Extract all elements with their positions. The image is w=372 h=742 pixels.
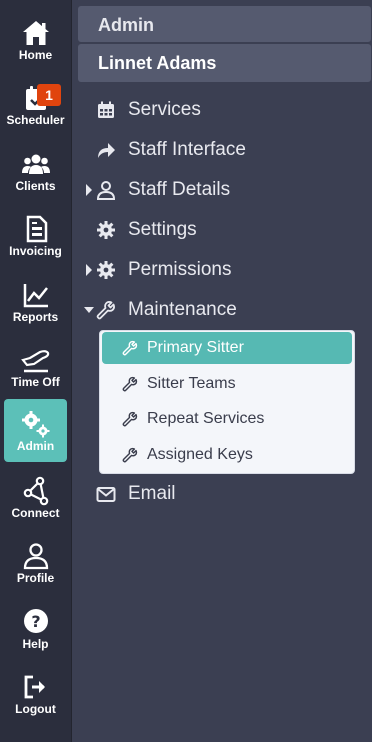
nav-time-off[interactable]: Time Off [4, 335, 67, 398]
menu-item-permissions[interactable]: Permissions [86, 255, 366, 285]
nav-time-off-label: Time Off [11, 375, 60, 389]
invoice-icon [26, 215, 47, 243]
nav-help[interactable]: ? Help [4, 597, 67, 660]
home-icon [22, 21, 49, 45]
nav-scheduler[interactable]: 1 Scheduler [4, 73, 67, 136]
nav-admin[interactable]: Admin [4, 399, 67, 462]
nav-home[interactable]: Home [4, 8, 67, 71]
nav-reports-label: Reports [12, 310, 59, 324]
menu-item-maintenance-label: Maintenance [128, 299, 237, 320]
nav-profile[interactable]: Profile [4, 531, 67, 594]
calendar-grid-icon [98, 101, 114, 118]
user-outline-icon [96, 181, 116, 200]
nav-logout[interactable]: Logout [4, 662, 67, 725]
nav-invoicing[interactable]: Invoicing [4, 204, 67, 267]
main-nav-rail: Home 1 Scheduler Clients Invoicing Repor… [0, 0, 72, 742]
wrench-icon [122, 447, 138, 463]
menu-item-staff-details[interactable]: Staff Details [86, 175, 366, 205]
gear-icon [97, 261, 115, 279]
submenu-item-repeat-services[interactable]: Repeat Services [102, 403, 352, 435]
caret-down-icon [84, 307, 94, 313]
menu-item-staff-interface-label: Staff Interface [128, 139, 246, 160]
gear-icon [97, 221, 115, 239]
menu-item-services[interactable]: Services [96, 95, 366, 125]
cogs-icon [21, 411, 49, 438]
menu-item-email[interactable]: Email [96, 479, 366, 509]
menu-item-staff-details-label: Staff Details [128, 179, 231, 200]
submenu-item-label: Primary Sitter [147, 339, 244, 356]
nav-connect[interactable]: Connect [4, 466, 67, 529]
caret-right-icon [86, 184, 92, 196]
wrench-icon [122, 340, 138, 356]
submenu-item-label: Repeat Services [147, 410, 265, 427]
submenu-item-sitter-teams[interactable]: Sitter Teams [102, 368, 352, 400]
nav-logout-label: Logout [15, 702, 56, 716]
share-nodes-icon [23, 476, 48, 506]
nav-profile-label: Profile [16, 571, 55, 585]
panel-section-title: Admin [78, 6, 371, 42]
menu-item-maintenance[interactable]: Maintenance [84, 295, 366, 325]
admin-panel: Admin Linnet Adams Services Staff Interf… [72, 0, 372, 742]
wrench-icon [96, 301, 115, 320]
wrench-icon [122, 411, 138, 427]
submenu-item-assigned-keys[interactable]: Assigned Keys [102, 439, 352, 471]
logout-icon [24, 675, 45, 699]
svg-text:?: ? [31, 612, 40, 631]
scheduler-badge: 1 [37, 84, 61, 106]
nav-connect-label: Connect [11, 506, 60, 520]
menu-item-permissions-label: Permissions [128, 259, 232, 280]
nav-clients[interactable]: Clients [4, 139, 67, 202]
menu-item-email-label: Email [128, 483, 176, 504]
question-circle-icon: ? [23, 609, 48, 633]
nav-admin-label: Admin [16, 439, 55, 453]
wrench-icon [122, 376, 138, 392]
submenu-item-primary-sitter[interactable]: Primary Sitter [102, 332, 352, 364]
menu-item-staff-interface[interactable]: Staff Interface [96, 135, 366, 165]
submenu-item-label: Assigned Keys [147, 446, 253, 463]
menu-item-services-label: Services [128, 99, 201, 120]
users-icon [21, 154, 50, 174]
nav-reports[interactable]: Reports [4, 270, 67, 333]
submenu-item-label: Sitter Teams [147, 375, 236, 392]
menu-item-settings-label: Settings [128, 219, 197, 240]
user-name-header: Linnet Adams [78, 44, 371, 82]
nav-clients-label: Clients [15, 179, 56, 193]
caret-right-icon [86, 264, 92, 276]
plane-icon [20, 350, 49, 373]
nav-scheduler-label: Scheduler [6, 113, 65, 127]
line-chart-icon [23, 284, 48, 308]
maintenance-submenu: Primary Sitter Sitter Teams Repeat Servi… [99, 330, 355, 474]
envelope-icon [96, 487, 116, 502]
share-arrow-icon [98, 143, 115, 158]
user-icon [23, 543, 48, 570]
nav-help-label: Help [22, 637, 49, 651]
menu-item-settings[interactable]: Settings [96, 215, 366, 245]
nav-invoicing-label: Invoicing [9, 244, 62, 258]
nav-home-label: Home [18, 48, 53, 62]
